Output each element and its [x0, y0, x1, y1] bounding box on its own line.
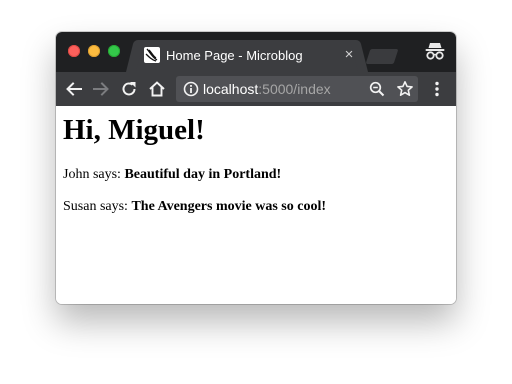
post-author: Susan says: [63, 199, 128, 214]
star-icon[interactable] [396, 80, 414, 98]
post-item: Susan says: The Avengers movie was so co… [63, 198, 326, 216]
tab-title: Home Page - Microblog [166, 48, 303, 63]
forward-arrow-icon[interactable] [92, 80, 110, 98]
screenshot-stage: Home Page - Microblog × localhost:5000/i… [0, 0, 512, 384]
info-icon[interactable] [183, 81, 199, 97]
post-body: Beautiful day in Portland! [124, 167, 282, 182]
kebab-menu-icon[interactable] [428, 80, 446, 98]
page-heading: Hi, Miguel! [63, 114, 205, 146]
url-text[interactable]: localhost:5000/index [203, 81, 331, 97]
page-content: Hi, Miguel! John says: Beautiful day in … [56, 106, 456, 304]
window-zoom-button[interactable] [108, 45, 120, 57]
reload-icon[interactable] [120, 80, 138, 98]
window-close-button[interactable] [68, 45, 80, 57]
url-host: localhost [203, 81, 259, 97]
browser-window: Home Page - Microblog × localhost:5000/i… [56, 32, 456, 304]
post-author: John says: [63, 167, 121, 182]
window-minimize-button[interactable] [88, 45, 100, 57]
address-bar[interactable]: localhost:5000/index [176, 76, 418, 102]
post-item: John says: Beautiful day in Portland! [63, 166, 281, 184]
title-bar: Home Page - Microblog × [56, 32, 456, 72]
new-tab-button[interactable] [365, 49, 399, 64]
url-path: :5000/index [258, 81, 331, 97]
flask-favicon-icon [144, 47, 160, 63]
home-icon[interactable] [148, 80, 166, 98]
back-arrow-icon[interactable] [65, 80, 83, 98]
tab-close-icon[interactable]: × [340, 46, 358, 64]
tab-home-page[interactable]: Home Page - Microblog × [136, 40, 358, 72]
post-body: The Avengers movie was so cool! [131, 199, 327, 214]
incognito-icon [425, 43, 445, 60]
zoom-out-icon[interactable] [369, 81, 385, 97]
browser-toolbar: localhost:5000/index [56, 72, 456, 106]
